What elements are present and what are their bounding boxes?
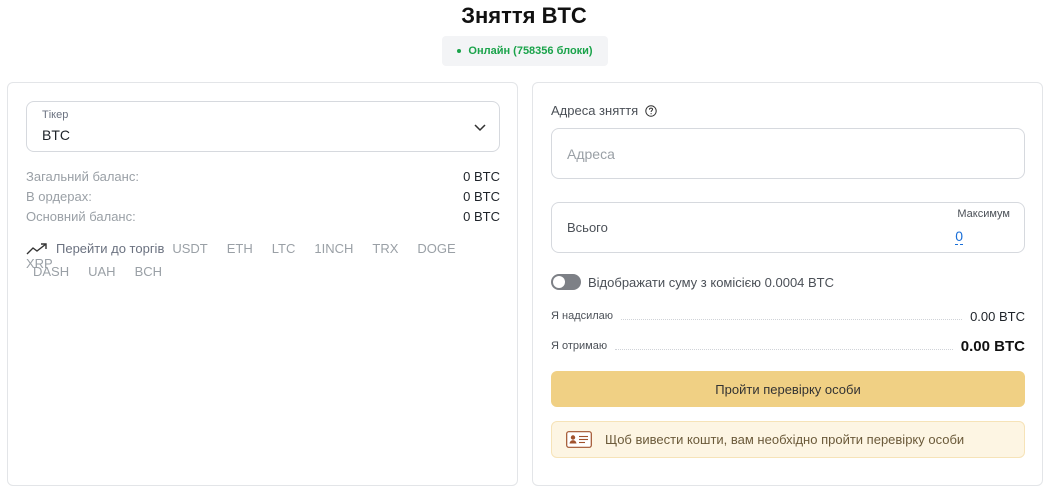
max-label: Максимум [957,208,1010,220]
pair-link-bch[interactable]: BCH [135,264,162,279]
fee-toggle-row: Відображати суму з комісією 0.0004 BTC [551,274,834,290]
pair-link-usdt[interactable]: USDT [172,241,207,256]
ticker-label: Тікер [42,109,69,121]
balance-label: В ордерах: [26,188,92,204]
balance-label: Основний баланс: [26,208,136,224]
balance-value: 0 BTC [463,188,500,204]
balance-row-total: Загальний баланс: 0 BTC [26,166,500,186]
id-card-icon [566,431,592,448]
help-icon[interactable] [645,104,657,117]
fee-toggle[interactable] [551,274,581,290]
send-label: Я надсилаю [551,310,614,322]
balance-value: 0 BTC [463,168,500,184]
trade-label: Перейти до торгів [56,241,165,256]
pair-link-eth[interactable]: ETH [227,241,253,256]
send-row: Я надсилаю 0.00 BTC [551,307,1025,325]
receive-row: Я отримаю 0.00 BTC [551,337,1025,355]
pair-link-uah[interactable]: UAH [88,264,115,279]
balance-row-orders: В ордерах: 0 BTC [26,186,500,206]
receive-label: Я отримаю [551,340,608,352]
send-value: 0.00 BTC [970,308,1025,324]
pair-link-trx[interactable]: TRX [372,241,398,256]
balance-row-main: Основний баланс: 0 BTC [26,206,500,226]
receive-value: 0.00 BTC [960,337,1025,355]
ticker-select[interactable]: Тікер BTC [26,101,500,152]
verification-notice: Щоб вивести кошти, вам необхідно пройти … [551,421,1025,458]
amount-field[interactable]: Всього Максимум 0 [551,202,1025,253]
balance-card: Тікер BTC Загальний баланс: 0 BTC В орде… [7,82,518,486]
address-input[interactable] [551,128,1025,179]
balance-label: Загальний баланс: [26,168,139,184]
online-dot-icon [457,49,462,53]
trade-links: Перейти до торгів USDT ETH LTC 1INCH TRX… [26,241,500,281]
fee-toggle-label: Відображати суму з комісією 0.0004 BTC [588,274,835,290]
status-text: Онлайн (758356 блоки) [468,45,593,57]
address-label: Адреса зняття [551,103,639,118]
amount-label: Всього [567,220,608,235]
pair-link-dash[interactable]: DASH [33,264,69,279]
pair-link-ltc[interactable]: LTC [272,241,296,256]
status-badge: Онлайн (758356 блоки) [442,36,608,66]
notice-text: Щоб вивести кошти, вам необхідно пройти … [605,432,965,447]
toggle-knob [553,276,565,288]
balance-value: 0 BTC [463,208,500,224]
max-value-link[interactable]: 0 [955,229,963,245]
address-label-row: Адреса зняття [551,103,657,118]
verify-identity-button[interactable]: Пройти перевірку особи [551,371,1025,407]
pair-link-1inch[interactable]: 1INCH [314,241,353,256]
dotted-divider [621,318,963,320]
chevron-down-icon[interactable] [473,120,487,134]
trend-up-icon [26,242,47,254]
withdraw-card: Адреса зняття Всього Максимум 0 Відображ… [532,82,1043,486]
ticker-value: BTC [42,127,70,143]
dotted-divider [615,348,953,350]
page-title: Зняття BTC [461,3,587,28]
pair-link-doge[interactable]: DOGE [417,241,455,256]
